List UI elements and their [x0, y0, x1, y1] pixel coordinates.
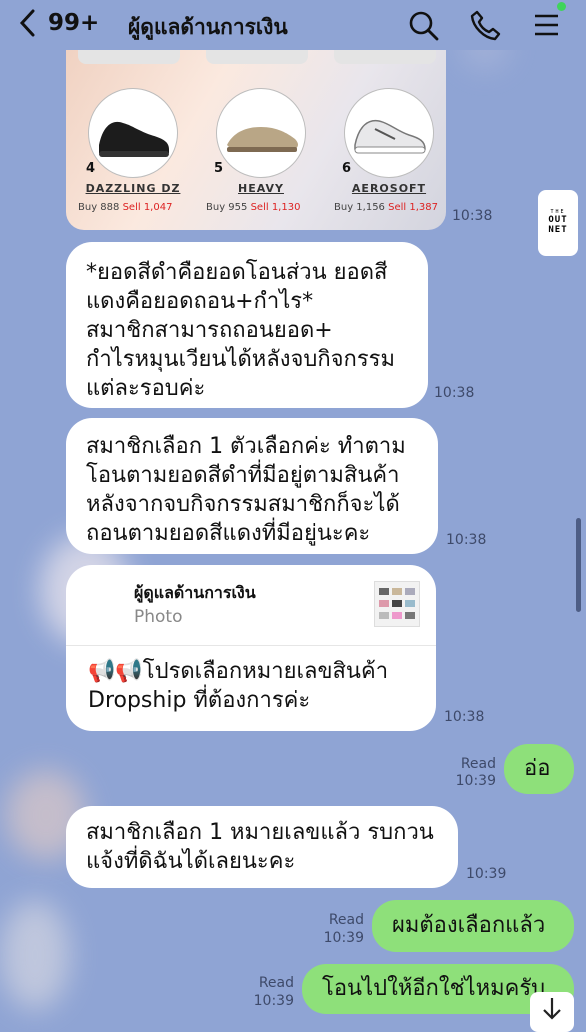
price-tag-chip [78, 50, 180, 64]
message-line: *ยอดสีดำคือยอดโอนส่วน ยอดสี [86, 260, 388, 285]
message-line: กำไรหมุนเวียนได้หลังจบกิจกรรม [86, 347, 395, 372]
message-time: 10:38 [434, 385, 475, 401]
shoe-image [88, 88, 178, 178]
price-tag-chip [334, 50, 436, 64]
message-line: สมาชิกสามารถถอนยอด+ [86, 318, 333, 343]
outnet-ad-badge[interactable]: THE OUT NET [538, 190, 578, 256]
sell-price: Sell 1,130 [250, 202, 301, 213]
product-price: Buy 1,156 Sell 1,387 [334, 202, 446, 213]
product-card: 5 HEAVY Buy 955 Sell 1,130 [206, 86, 326, 226]
message-line: Dropship ที่ต้องการค่ะ [88, 688, 311, 713]
message-line: สมาชิกเลือก 1 หมายเลขแล้ว รบกวน [86, 820, 434, 845]
price-tag-chip [206, 50, 308, 64]
shoe-image [344, 88, 434, 178]
product-name: DAZZLING DZ [85, 182, 181, 195]
message-time: 10:38 [452, 208, 493, 224]
chat-header: 99+ ผู้ดูแลด้านการเงิน [0, 0, 586, 50]
read-receipt: Read [328, 912, 364, 928]
message-time: 10:39 [455, 773, 496, 789]
message-time: 10:39 [323, 930, 364, 946]
sender-avatar[interactable] [0, 900, 70, 1010]
received-reply-message[interactable]: ผู้ดูแลด้านการเงิน Photo 📢📢โปรดเลือกหมาย… [66, 565, 436, 731]
message-line: 📢📢โปรดเลือกหมายเลขสินค้า [88, 657, 388, 686]
megaphone-emoji: 📢📢 [88, 659, 143, 684]
ad-word-net: NET [548, 225, 568, 235]
sent-message[interactable]: อ่อ [504, 744, 574, 794]
buy-price: Buy 1,156 [334, 202, 385, 213]
quoted-thumbnail [374, 581, 420, 627]
buy-price: Buy 955 [206, 202, 248, 213]
message-line: โอนตามยอดสีดำที่มีอยู่ตามสินค้า [86, 463, 400, 488]
read-receipt: Read [460, 756, 496, 772]
product-image-message[interactable]: 4 DAZZLING DZ Buy 888 Sell 1,047 5 HEAVY… [66, 50, 446, 230]
product-price: Buy 955 Sell 1,130 [206, 202, 326, 213]
scroll-down-button[interactable] [530, 992, 574, 1032]
message-body: 📢📢โปรดเลือกหมายเลขสินค้า Dropship ที่ต้อ… [88, 657, 388, 715]
received-message[interactable]: สมาชิกเลือก 1 ตัวเลือกค่ะ ทำตาม โอนตามยอ… [66, 418, 438, 554]
message-text: โอนไปให้อีกใช่ไหมครับ [322, 976, 546, 1001]
message-line: หลังจากจบกิจกรรมสมาชิกก็จะได้ [86, 492, 400, 517]
message-text: โปรดเลือกหมายเลขสินค้า [142, 659, 389, 684]
product-number: 4 [86, 161, 96, 176]
message-line: แดงคือยอดถอน+กำไร* [86, 289, 314, 314]
message-time: 10:39 [466, 866, 507, 882]
quoted-type: Photo [134, 607, 183, 627]
ad-word-out: OUT [548, 215, 568, 225]
product-number: 6 [342, 161, 352, 176]
sell-price: Sell 1,047 [122, 202, 173, 213]
phone-icon[interactable] [468, 8, 502, 42]
shoe-image [216, 88, 306, 178]
back-chevron-icon[interactable] [18, 8, 38, 44]
received-message[interactable]: *ยอดสีดำคือยอดโอนส่วน ยอดสี แดงคือยอดถอน… [66, 242, 428, 408]
buy-price: Buy 888 [78, 202, 120, 213]
search-icon[interactable] [406, 8, 440, 42]
product-name: HEAVY [238, 182, 284, 195]
message-time: 10:38 [444, 709, 485, 725]
product-price: Buy 888 Sell 1,047 [78, 202, 198, 213]
menu-icon[interactable] [530, 8, 564, 42]
product-name: AEROSOFT [351, 182, 427, 195]
message-line: ถอนตามยอดสีแดงที่มีอยู่นะคะ [86, 521, 371, 546]
read-receipt: Read [258, 975, 294, 991]
notification-dot [557, 2, 566, 11]
quoted-photo[interactable]: ผู้ดูแลด้านการเงิน Photo [66, 565, 436, 646]
message-time: 10:39 [253, 993, 294, 1009]
scrollbar-thumb[interactable] [576, 518, 581, 612]
chat-title[interactable]: ผู้ดูแลด้านการเงิน [128, 11, 288, 44]
received-message[interactable]: สมาชิกเลือก 1 หมายเลขแล้ว รบกวน แจ้งที่ด… [66, 806, 458, 888]
message-time: 10:38 [446, 532, 487, 548]
sent-message[interactable]: ผมต้องเลือกแล้ว [372, 900, 574, 952]
arrow-down-icon [543, 998, 561, 1020]
message-text: ผมต้องเลือกแล้ว [392, 913, 546, 938]
unread-count[interactable]: 99+ [48, 10, 99, 36]
product-card: 6 AEROSOFT Buy 1,156 Sell 1,387 [334, 86, 446, 226]
quoted-sender-name: ผู้ดูแลด้านการเงิน [134, 583, 256, 602]
product-card: 4 DAZZLING DZ Buy 888 Sell 1,047 [78, 86, 198, 226]
message-line: แจ้งที่ดิฉันได้เลยนะคะ [86, 849, 296, 874]
message-line: สมาชิกเลือก 1 ตัวเลือกค่ะ ทำตาม [86, 434, 406, 459]
ad-line-2: OUT NET [538, 215, 578, 235]
product-number: 5 [214, 161, 224, 176]
message-text: อ่อ [524, 756, 551, 781]
message-line: แต่ละรอบค่ะ [86, 376, 206, 401]
sell-price: Sell 1,387 [388, 202, 438, 213]
